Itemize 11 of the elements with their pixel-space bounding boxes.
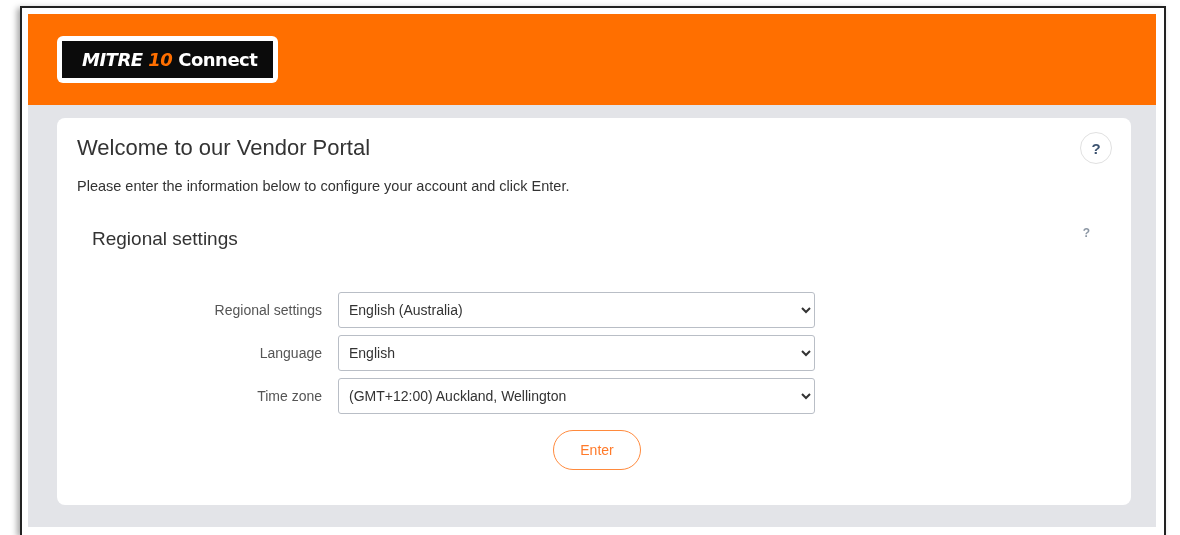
dropdown-field[interactable]: English xyxy=(338,335,815,371)
brand-logo: MITRE 10 Connect xyxy=(62,41,274,78)
field-label: Language xyxy=(258,345,322,361)
intro-text: Please enter the information below to configure your account and click Enter. xyxy=(77,178,571,194)
section-title: Regional settings xyxy=(92,228,238,250)
field-label: Time zone xyxy=(256,388,322,404)
dropdown-field[interactable]: (GMT+12:00) Auckland, Wellington xyxy=(338,378,815,414)
dropdown-field[interactable]: English (Australia) xyxy=(338,292,815,328)
help-button[interactable]: ? xyxy=(1080,132,1112,164)
page-title: Welcome to our Vendor Portal xyxy=(77,135,371,161)
field-label: Regional settings xyxy=(213,302,322,318)
